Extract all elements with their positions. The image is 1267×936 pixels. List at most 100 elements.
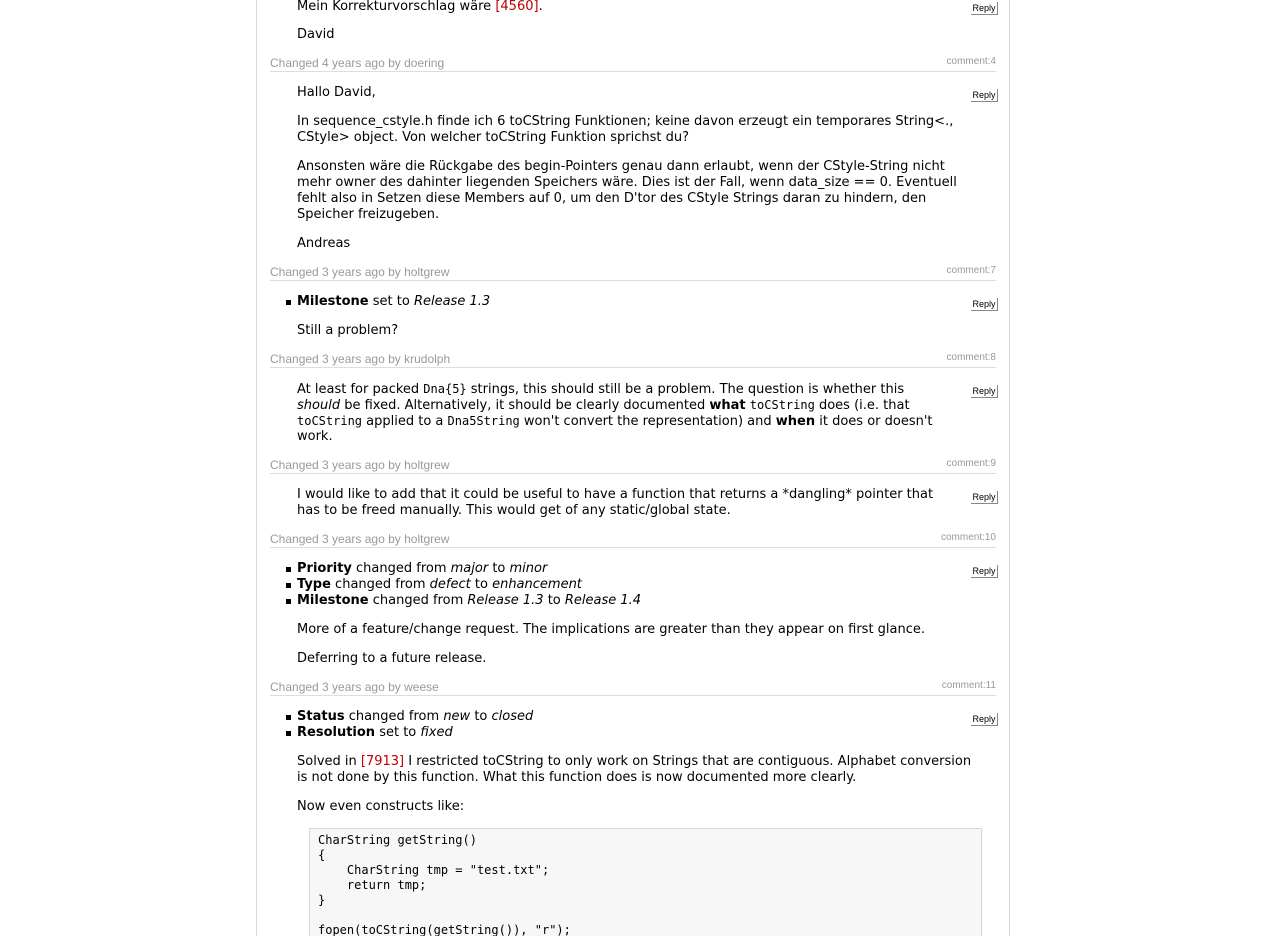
timeline-link[interactable]: 4 years ago: [322, 56, 385, 70]
field-change: Milestone set to Release 1.3: [297, 294, 995, 310]
timeline-link[interactable]: 3 years ago: [322, 458, 385, 472]
field-name: Status: [297, 709, 345, 724]
comment-text: fehlt also in Setzen diese Members auf 0…: [297, 191, 927, 206]
comment-text: Solved in [7913] I restricted toCString …: [297, 754, 995, 770]
code-block: CharString getString() { CharString tmp …: [309, 828, 982, 936]
comment-text: Deferring to a future release.: [297, 651, 487, 666]
comment-text: Ansonsten wäre die Rückgabe des begin-Po…: [297, 159, 945, 174]
signature: Andreas: [297, 236, 351, 251]
comment-anchor-link[interactable]: comment:8: [947, 351, 996, 365]
bullet-icon: [286, 731, 291, 736]
reply-button[interactable]: Reply: [971, 89, 998, 102]
change-header: Changed 3 years ago by weese comment:11: [270, 680, 996, 696]
text: be fixed. Alternatively, it should be cl…: [340, 398, 710, 413]
reply-button[interactable]: Reply: [971, 2, 998, 15]
inline-code: toCString: [749, 398, 815, 412]
comment-text: Hallo David,: [297, 85, 376, 100]
author-name: holtgrew: [404, 532, 450, 546]
field-name: Milestone: [297, 593, 369, 608]
comment-text: work.: [297, 429, 333, 444]
text: .: [538, 0, 543, 14]
text: it does or doesn't: [815, 414, 933, 429]
text: does (i.e. that: [814, 398, 910, 413]
comment-text: More of a feature/change request. The im…: [297, 622, 926, 637]
text: to: [488, 561, 510, 576]
ticket-changelog: Mein Korrekturvorschlag wäre [4560]. Rep…: [256, 0, 1010, 936]
strong: what: [709, 398, 746, 413]
timeline-link[interactable]: 3 years ago: [322, 352, 385, 366]
change-label: Changed: [270, 458, 323, 472]
text: strings, this should still be a problem.…: [466, 382, 905, 397]
bullet-icon: [286, 300, 291, 305]
change-header: Changed 3 years ago by holtgrew comment:…: [270, 532, 996, 548]
text: I restricted toCString to only work on S…: [404, 754, 972, 769]
field-change: Resolution set to fixed: [297, 725, 995, 741]
bullet-icon: [286, 599, 291, 604]
field-new-value: closed: [491, 709, 534, 724]
text: won't convert the representation) and: [519, 414, 776, 429]
comment-anchor-link[interactable]: comment:10: [941, 531, 996, 545]
field-name: Priority: [297, 561, 352, 576]
comment-text: mehr owner des dahinter liegenden Speich…: [297, 175, 957, 190]
change-label: by: [384, 532, 405, 546]
comment-anchor-link[interactable]: comment:7: [947, 264, 996, 278]
reply-button[interactable]: Reply: [971, 298, 998, 311]
comment-text: should be fixed. Alternatively, it shoul…: [297, 397, 995, 414]
strong: when: [775, 414, 816, 429]
change-label: by: [384, 458, 405, 472]
comment-text: has to be freed manually. This would get…: [297, 503, 731, 518]
code-line: fopen(toCString(getString()), "r");: [318, 923, 571, 936]
code-line: {: [318, 848, 326, 862]
field-old-value: major: [450, 561, 489, 576]
text: applied to a: [362, 414, 448, 429]
author-name: holtgrew: [404, 458, 450, 472]
timeline-link[interactable]: 3 years ago: [322, 680, 385, 694]
author-name: weese: [404, 680, 439, 694]
change-label: by: [384, 56, 405, 70]
field-name: Milestone: [297, 294, 369, 309]
field-new-value: enhancement: [492, 577, 582, 592]
comment-text: CStyle> object. Von welcher toCString Fu…: [297, 130, 690, 145]
comment-text: is not done by this function. What this …: [297, 770, 857, 785]
comment-anchor-link[interactable]: comment:9: [947, 457, 996, 471]
comment-text: Speicher freizugeben.: [297, 207, 440, 222]
field-value: fixed: [420, 725, 453, 740]
changeset-link[interactable]: [7913]: [361, 754, 404, 769]
field-value: Release 1.3: [413, 294, 491, 309]
emphasis: should: [297, 398, 341, 413]
comment-text: In sequence_cstyle.h finde ich 6 toCStri…: [297, 114, 954, 129]
change-label: by: [384, 352, 405, 366]
field-change: Status changed from new to closed: [297, 709, 995, 725]
text: set to: [375, 725, 421, 740]
field-old-value: new: [443, 709, 471, 724]
changeset-link[interactable]: [4560]: [495, 0, 538, 14]
inline-code: toCString: [297, 414, 363, 428]
field-change: Milestone changed from Release 1.3 to Re…: [297, 593, 995, 609]
author-name: holtgrew: [404, 265, 450, 279]
field-new-value: Release 1.4: [564, 593, 642, 608]
code-line: return tmp;: [318, 878, 427, 892]
comment-text: Still a problem?: [297, 323, 399, 338]
comment-anchor-link[interactable]: comment:4: [947, 55, 996, 69]
text: to: [470, 577, 493, 592]
signature: David: [297, 27, 335, 42]
field-name: Type: [297, 577, 331, 592]
change-header: Changed 3 years ago by holtgrew comment:…: [270, 458, 996, 474]
change-label: by: [384, 265, 405, 279]
change-label: Changed: [270, 532, 323, 546]
timeline-link[interactable]: 3 years ago: [322, 265, 385, 279]
comment-anchor-link[interactable]: comment:11: [942, 679, 996, 693]
change-header: Changed 4 years ago by doering comment:4: [270, 56, 996, 72]
timeline-link[interactable]: 3 years ago: [322, 532, 385, 546]
text: changed from: [344, 709, 444, 724]
change-header: Changed 3 years ago by krudolph comment:…: [270, 352, 996, 368]
field-name: Resolution: [297, 725, 376, 740]
field-old-value: defect: [429, 577, 471, 592]
bullet-icon: [286, 715, 291, 720]
text: to: [470, 709, 492, 724]
field-change: Type changed from defect to enhancement: [297, 577, 995, 593]
comment-text: toCString applied to a Dna5String won't …: [297, 413, 995, 430]
bullet-icon: [286, 567, 291, 572]
code-line: }: [318, 893, 326, 907]
inline-code: Dna5String: [447, 414, 520, 428]
